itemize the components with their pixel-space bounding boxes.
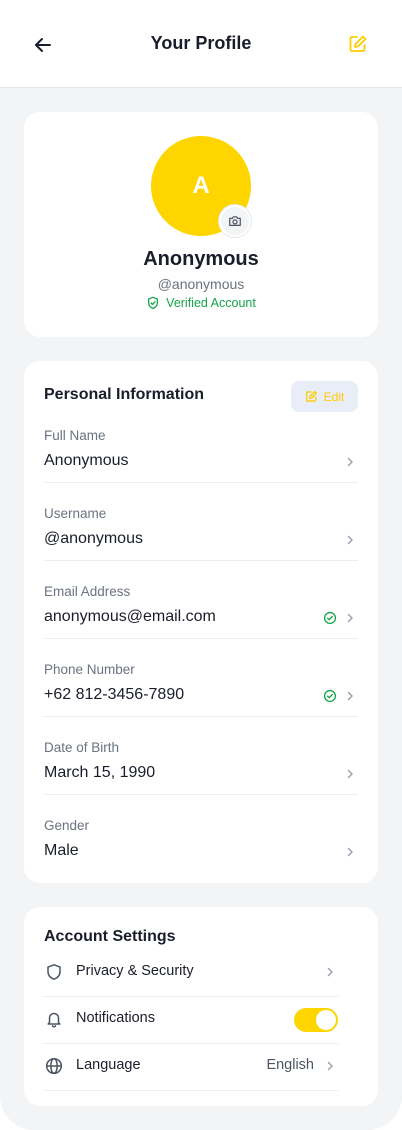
toggle-knob <box>316 1010 336 1030</box>
settings-item-language[interactable]: Language English <box>44 1043 338 1091</box>
field-label: Phone Number <box>44 662 135 677</box>
divider <box>44 638 358 639</box>
check-circle-icon <box>322 610 338 626</box>
field-username[interactable]: Username @anonymous <box>44 506 358 584</box>
personal-information-card: Personal Information Edit Full Name Anon… <box>24 361 378 883</box>
settings-item-label: Notifications <box>76 1010 155 1026</box>
field-gender[interactable]: Gender Male <box>44 818 358 873</box>
bell-icon <box>44 1009 64 1029</box>
field-label: Email Address <box>44 584 131 599</box>
check-circle-icon <box>322 688 338 704</box>
chevron-right-icon <box>342 766 358 782</box>
chevron-right-icon <box>342 844 358 860</box>
edit-profile-button[interactable] <box>346 32 370 56</box>
top-bar: Your Profile <box>0 0 402 88</box>
edit-icon <box>349 35 367 52</box>
personal-information-title: Personal Information <box>44 386 205 403</box>
divider <box>44 1090 338 1091</box>
edit-label: Edit <box>323 389 345 404</box>
verified-label: Verified Account <box>166 296 256 310</box>
chevron-right-icon <box>322 1058 338 1074</box>
field-value: Anonymous <box>44 452 129 469</box>
settings-item-privacy-security[interactable]: Privacy & Security <box>44 949 338 997</box>
field-date-of-birth[interactable]: Date of Birth March 15, 1990 <box>44 740 358 818</box>
profile-handle: @anonymous <box>157 276 245 292</box>
profile-name: Anonymous <box>143 248 259 270</box>
chevron-right-icon <box>342 610 358 626</box>
field-value: +62 812-3456-7890 <box>44 686 185 703</box>
settings-item-notifications[interactable]: Notifications <box>44 996 338 1044</box>
shield-icon <box>44 962 64 982</box>
field-full-name[interactable]: Full Name Anonymous <box>44 428 358 506</box>
chevron-right-icon <box>322 964 338 980</box>
chevron-right-icon <box>342 688 358 704</box>
field-email[interactable]: Email Address anonymous@email.com <box>44 584 358 662</box>
shield-check-icon <box>148 296 159 310</box>
notifications-toggle[interactable] <box>294 1008 338 1032</box>
divider <box>44 560 358 561</box>
divider <box>44 794 358 795</box>
field-value: @anonymous <box>44 530 143 547</box>
camera-icon <box>229 216 241 226</box>
avatar-initial: A <box>192 172 210 199</box>
divider <box>44 482 358 483</box>
profile-card: A Anonymous @anonymous Verified Account <box>24 112 378 337</box>
settings-item-label: Privacy & Security <box>76 963 194 979</box>
field-value: March 15, 1990 <box>44 764 156 781</box>
divider <box>44 716 358 717</box>
field-label: Full Name <box>44 428 106 443</box>
profile-screen: Your Profile A Anonymous @anonymous Veri… <box>0 0 402 1130</box>
settings-item-label: Language <box>76 1057 141 1073</box>
edit-personal-button[interactable]: Edit <box>291 381 358 412</box>
chevron-right-icon <box>342 532 358 548</box>
language-value: English <box>266 1057 314 1073</box>
verified-badge: Verified Account <box>24 296 378 310</box>
field-value: anonymous@email.com <box>44 608 216 625</box>
field-phone[interactable]: Phone Number +62 812-3456-7890 <box>44 662 358 740</box>
chevron-right-icon <box>342 454 358 470</box>
account-settings-card: Account Settings Privacy & Security Noti… <box>24 907 378 1106</box>
field-label: Username <box>44 506 107 521</box>
edit-icon <box>305 390 317 402</box>
page-title: Your Profile <box>150 33 252 53</box>
field-label: Date of Birth <box>44 740 120 755</box>
change-photo-button[interactable] <box>219 205 251 237</box>
account-settings-title: Account Settings <box>44 928 176 945</box>
globe-icon <box>44 1056 64 1076</box>
field-label: Gender <box>44 818 90 833</box>
field-value: Male <box>44 842 79 859</box>
